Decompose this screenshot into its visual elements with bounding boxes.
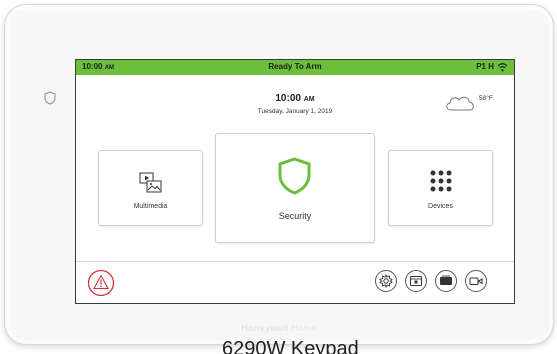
bottom-divider [76, 261, 514, 262]
video-icon [469, 277, 483, 285]
multimedia-icon [139, 172, 162, 193]
devices-tile[interactable]: Devices [388, 150, 493, 226]
touch-screen: 10:00 AM Ready To Arm P1 H 10:00 AM Tues… [75, 59, 515, 304]
settings-icon [379, 274, 393, 288]
settings-button[interactable] [375, 270, 397, 292]
arm-status-title: Ready To Arm [268, 62, 322, 71]
grid-dots-icon [430, 170, 452, 192]
status-bar: 10:00 AM Ready To Arm P1 H [76, 60, 514, 75]
cloud-icon[interactable] [444, 94, 478, 112]
multimedia-tile[interactable]: Multimedia [98, 150, 203, 226]
brand-logo: Honeywell Home [241, 323, 317, 333]
product-caption: 6290W Keypad [222, 339, 359, 354]
video-button[interactable] [465, 270, 487, 292]
security-tile[interactable]: Security [215, 133, 375, 243]
warning-icon[interactable] [87, 269, 115, 297]
keypad-device: 10:00 AM Ready To Arm P1 H 10:00 AM Tues… [4, 4, 554, 345]
security-label: Security [278, 211, 312, 221]
panel-button[interactable] [405, 270, 427, 292]
panel-icon [410, 276, 422, 286]
camera-feed-button[interactable] [435, 270, 457, 292]
side-shield-icon [44, 91, 56, 105]
wifi-icon [497, 63, 508, 72]
multimedia-label: Multimedia [133, 203, 168, 210]
temperature: 58°F [479, 95, 493, 102]
partition-label: P1 H [476, 62, 494, 71]
shield-icon [278, 157, 311, 195]
devices-label: Devices [428, 203, 453, 210]
camera-feed-icon [440, 275, 452, 285]
